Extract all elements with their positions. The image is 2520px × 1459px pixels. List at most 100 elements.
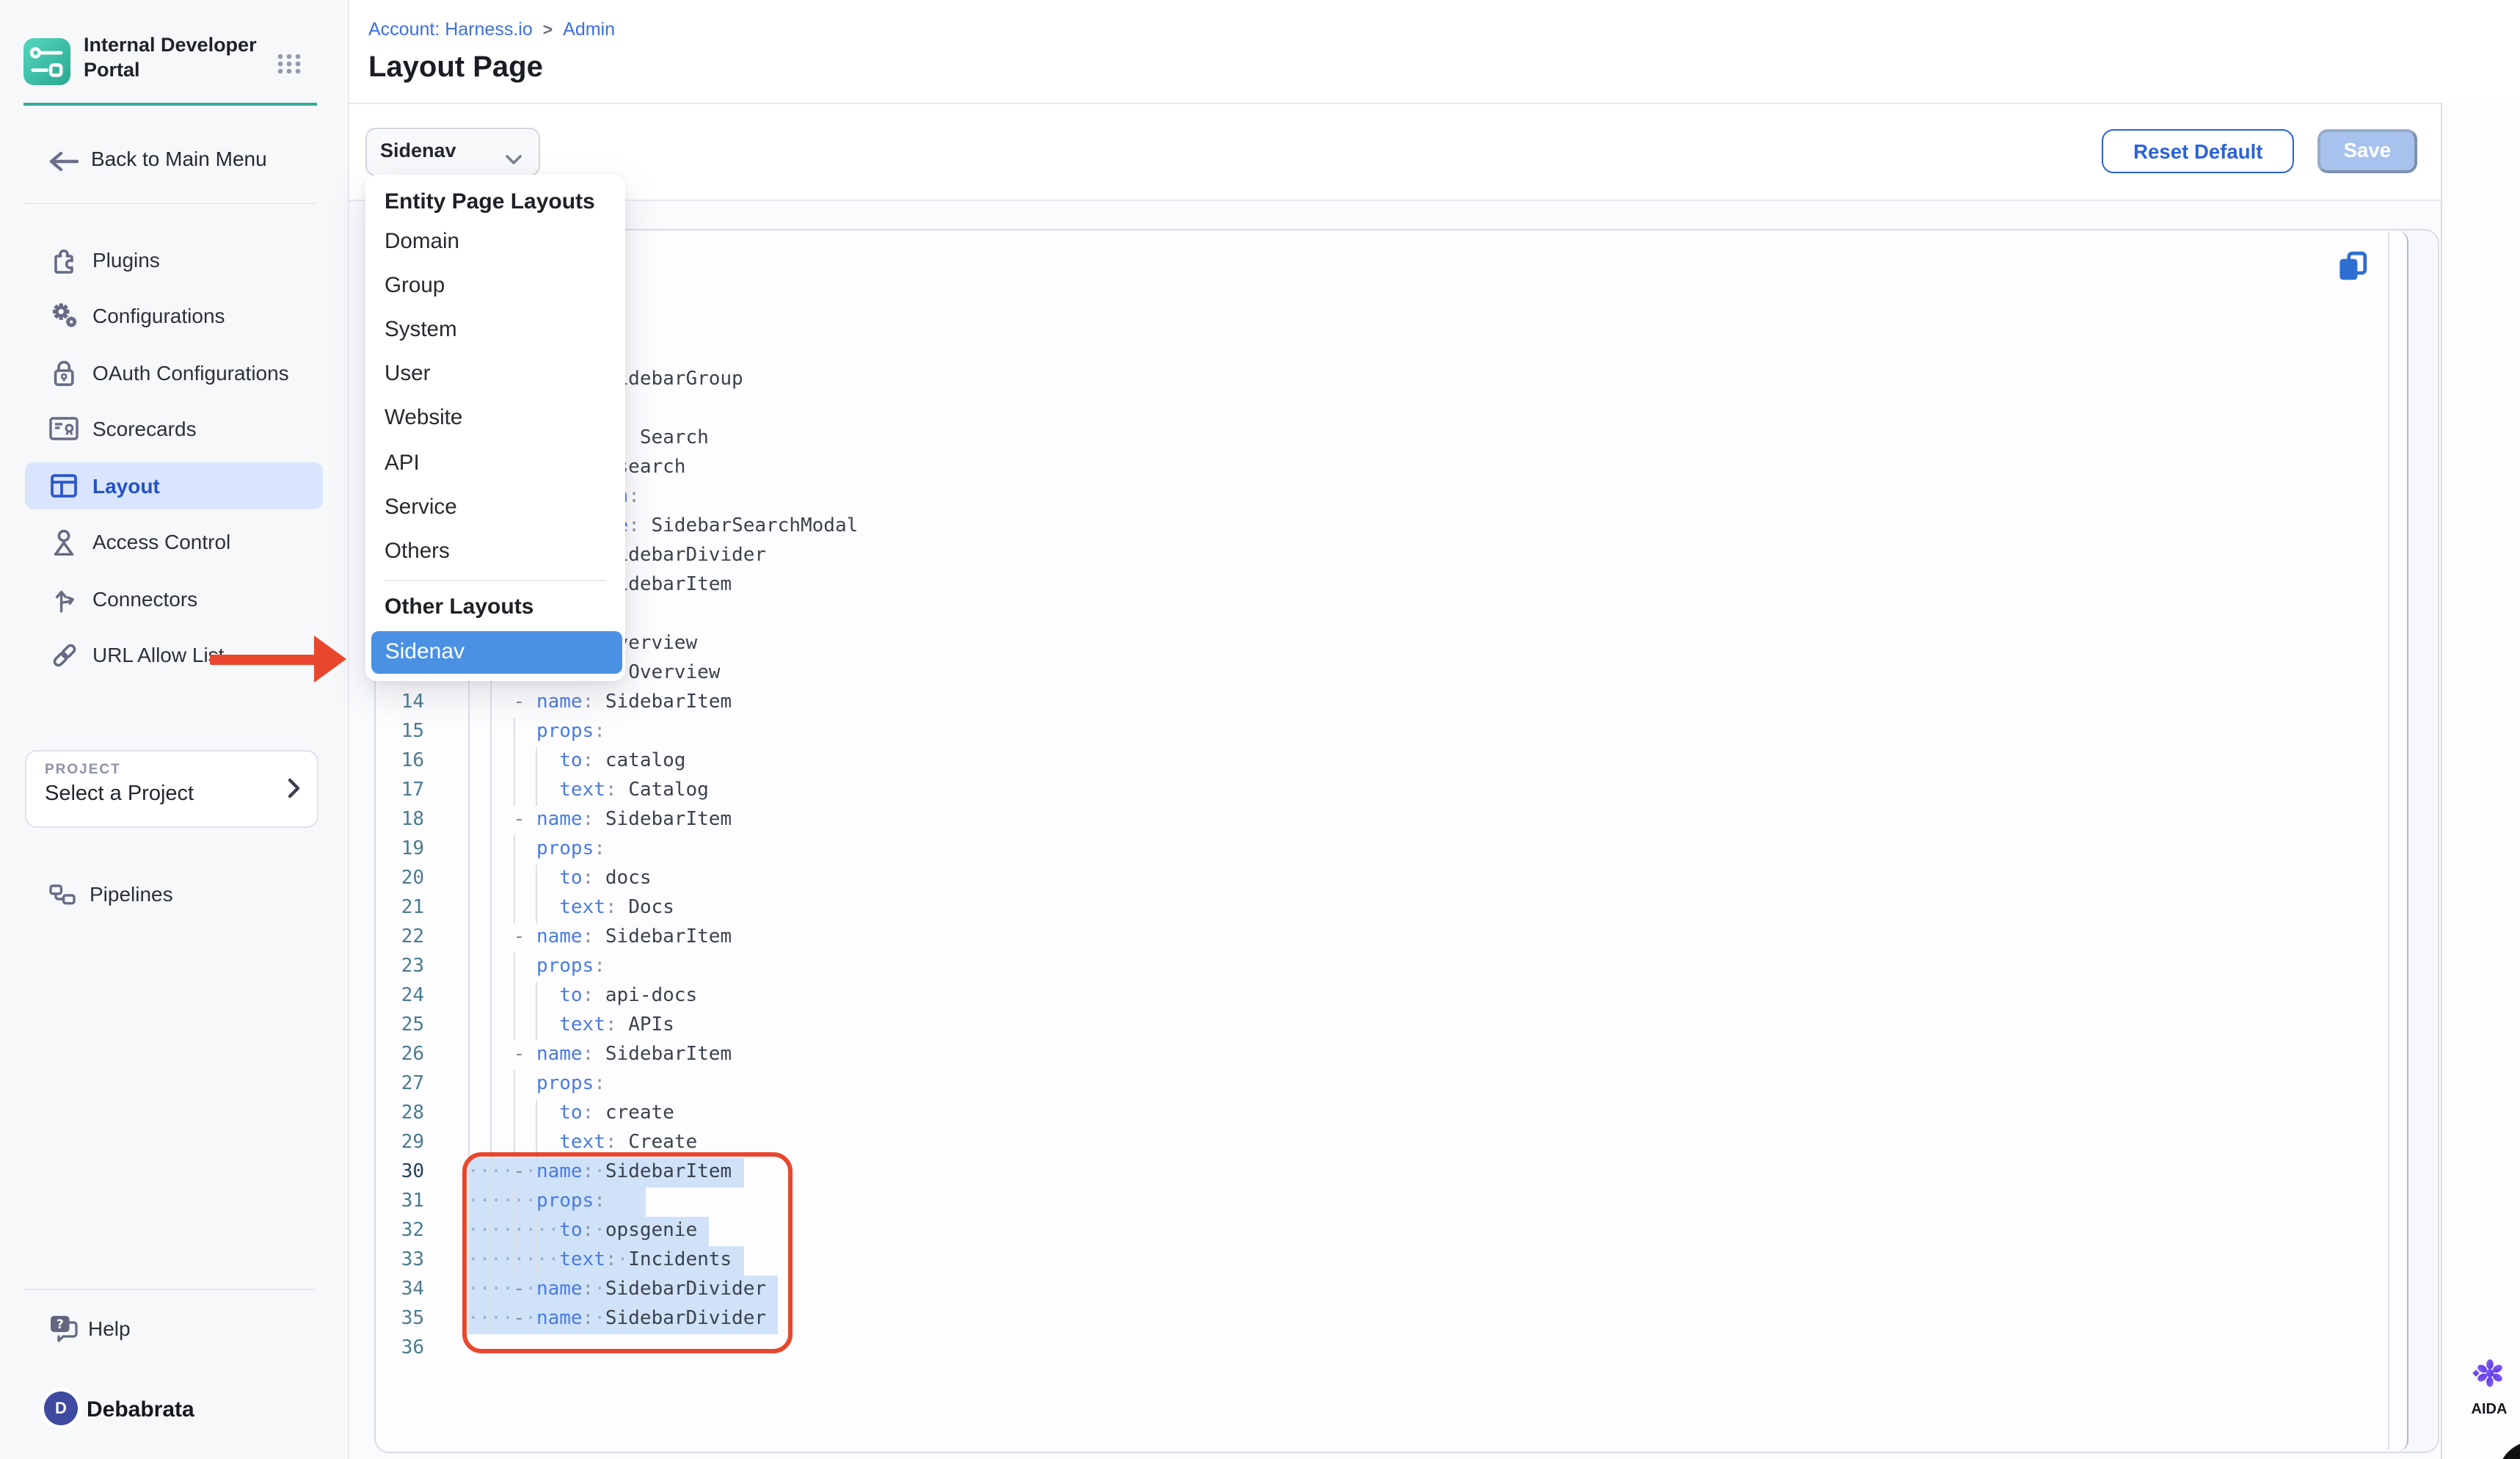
- code-line[interactable]: 9 - name: SidebarDivider: [375, 542, 2387, 572]
- code-line[interactable]: 13 text: Overview: [375, 660, 2387, 689]
- code-line[interactable]: 31······props:: [375, 1188, 2387, 1218]
- copy-icon[interactable]: [2337, 250, 2368, 283]
- dropdown-item-others[interactable]: Others: [365, 529, 626, 573]
- code-line[interactable]: 34····-·name:·SidebarDivider: [375, 1276, 2387, 1306]
- dropdown-item-service[interactable]: Service: [365, 485, 626, 529]
- code-line[interactable]: 26 - name: SidebarItem: [375, 1041, 2387, 1071]
- code-line[interactable]: 7 children:: [375, 484, 2387, 513]
- line-content: text: Create: [424, 1129, 697, 1159]
- plugins-icon: [49, 244, 80, 274]
- line-content: ········to:·opsgenie: [424, 1218, 697, 1247]
- portal-title: Internal Developer Portal: [84, 34, 277, 82]
- code-line[interactable]: 33········text:·Incidents: [375, 1247, 2387, 1276]
- person-icon: [49, 527, 80, 558]
- code-line[interactable]: 5 label: Search: [375, 425, 2387, 454]
- code-line[interactable]: 16 to: catalog: [375, 748, 2387, 777]
- code-line[interactable]: 22 - name: SidebarItem: [375, 924, 2387, 953]
- code-line[interactable]: 18 - name: SidebarItem: [375, 807, 2387, 836]
- sidebar-item-connectors[interactable]: Connectors: [24, 571, 323, 627]
- dropdown-item-user[interactable]: User: [365, 353, 626, 397]
- code-line[interactable]: 6 to: /search: [375, 454, 2387, 484]
- code-line[interactable]: 23 props:: [375, 953, 2387, 983]
- sidebar-divider-bottom: [23, 1288, 317, 1289]
- project-label: PROJECT: [45, 762, 121, 778]
- line-number: 20: [375, 865, 424, 895]
- line-content: to: catalog: [424, 748, 685, 777]
- line-number: 23: [375, 953, 424, 983]
- code-line[interactable]: 36: [375, 1335, 2387, 1364]
- toolbar-divider: [348, 200, 2441, 201]
- line-content: ····-·name:·SidebarItem: [424, 1159, 732, 1188]
- dropdown-item-system[interactable]: System: [365, 308, 626, 352]
- code-line[interactable]: 2 children:: [375, 337, 2387, 366]
- line-number: 21: [375, 895, 424, 924]
- help-button[interactable]: ? Help: [0, 1311, 348, 1349]
- line-content: [424, 1335, 467, 1364]
- code-line[interactable]: 24 to: api-docs: [375, 983, 2387, 1012]
- breadcrumb-account-link[interactable]: Account: Harness.io: [368, 19, 533, 40]
- sidebar-item-access-control[interactable]: Access Control: [24, 514, 323, 570]
- layout-icon: [49, 470, 80, 501]
- dropdown-item-group[interactable]: Group: [365, 264, 626, 308]
- lock-icon: [49, 357, 80, 388]
- project-selector[interactable]: PROJECT Select a Project: [24, 750, 318, 828]
- sidebar-item-plugins[interactable]: Plugins: [24, 231, 323, 287]
- code-line[interactable]: 32········to:·opsgenie: [375, 1218, 2387, 1247]
- line-content: - name: SidebarItem: [424, 1041, 732, 1071]
- code-line[interactable]: 27 props:: [375, 1071, 2387, 1100]
- code-line[interactable]: 11 props:: [375, 601, 2387, 630]
- code-line[interactable]: 19 props:: [375, 836, 2387, 865]
- code-line[interactable]: 14 - name: SidebarItem: [375, 689, 2387, 718]
- code-line[interactable]: 29 text: Create: [375, 1129, 2387, 1159]
- code-lines: 1page:2 children:3 - name: SidebarGroup4…: [375, 308, 2387, 1364]
- aida-widget[interactable]: AIDA: [2467, 1358, 2511, 1418]
- layout-type-select[interactable]: Sidenav: [365, 128, 540, 175]
- code-line[interactable]: 20 to: docs: [375, 865, 2387, 895]
- code-line[interactable]: 12 to: overview: [375, 630, 2387, 660]
- page-title: Layout Page: [368, 51, 543, 85]
- line-content: props:: [424, 1071, 605, 1100]
- line-content: props:: [424, 718, 605, 748]
- sidebar-item-oauth-configurations[interactable]: OAuth Configurations: [24, 344, 323, 400]
- user-menu[interactable]: D Debabrata: [0, 1386, 348, 1433]
- code-line[interactable]: 35····-·name:·SidebarDivider: [375, 1306, 2387, 1335]
- apps-grid-icon[interactable]: [276, 53, 302, 82]
- back-arrow-icon: [47, 151, 79, 172]
- breadcrumb-admin-link[interactable]: Admin: [563, 19, 615, 40]
- code-line[interactable]: 4 props:: [375, 396, 2387, 425]
- code-line[interactable]: 1page:: [375, 308, 2387, 337]
- line-number: 15: [375, 718, 424, 748]
- line-content: props:: [424, 836, 605, 865]
- reset-default-button[interactable]: Reset Default: [2102, 129, 2295, 174]
- code-line[interactable]: 28 to: create: [375, 1100, 2387, 1129]
- overview-ruler: [2388, 233, 2389, 1450]
- sidebar-item-pipelines[interactable]: Pipelines: [0, 872, 348, 916]
- sidebar-item-layout[interactable]: Layout: [24, 462, 323, 509]
- dropdown-item-website[interactable]: Website: [365, 397, 626, 441]
- sidebar-item-configurations[interactable]: Configurations: [24, 288, 323, 343]
- code-line[interactable]: 10 - name: SidebarItem: [375, 572, 2387, 601]
- dropdown-item-domain[interactable]: Domain: [365, 220, 626, 264]
- dropdown-item-sidenav-selected[interactable]: Sidenav: [371, 630, 622, 674]
- svg-text:?: ?: [57, 1317, 64, 1332]
- sidebar-item-scorecards[interactable]: Scorecards: [24, 401, 323, 456]
- portal-logo-icon: [23, 38, 70, 85]
- yaml-editor[interactable]: 1page:2 children:3 - name: SidebarGroup4…: [375, 308, 2387, 1367]
- line-content: ····-·name:·SidebarDivider: [424, 1306, 766, 1335]
- link-icon: [49, 640, 80, 671]
- dropdown-item-api[interactable]: API: [365, 441, 626, 485]
- line-number: 34: [375, 1276, 424, 1306]
- line-content: to: docs: [424, 865, 652, 895]
- code-line[interactable]: 15 props:: [375, 718, 2387, 748]
- code-line[interactable]: 17 text: Catalog: [375, 777, 2387, 807]
- line-content: ······props:: [424, 1188, 605, 1218]
- code-line[interactable]: 30····-·name:·SidebarItem: [375, 1159, 2387, 1188]
- back-to-main-menu[interactable]: Back to Main Menu: [0, 142, 348, 181]
- line-number: 17: [375, 777, 424, 807]
- code-line[interactable]: 8 - name: SidebarSearchModal: [375, 513, 2387, 542]
- code-line[interactable]: 21 text: Docs: [375, 895, 2387, 924]
- save-button[interactable]: Save: [2317, 128, 2417, 173]
- code-line[interactable]: 25 text: APIs: [375, 1012, 2387, 1041]
- project-value: Select a Project: [45, 782, 194, 806]
- code-line[interactable]: 3 - name: SidebarGroup: [375, 366, 2387, 396]
